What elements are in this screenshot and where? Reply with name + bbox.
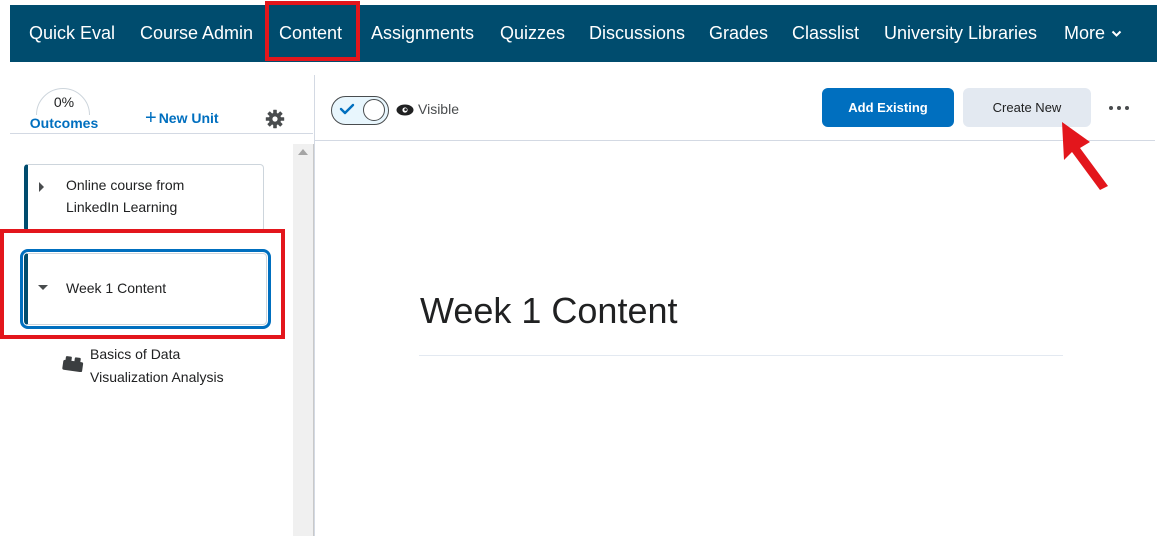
- toggle-knob: [363, 99, 385, 121]
- red-arrow-annotation-icon: [1062, 122, 1108, 190]
- visibility-toggle[interactable]: [331, 96, 389, 125]
- outcomes-percent: 0%: [53, 94, 75, 110]
- nav-item-assignments[interactable]: Assignments: [371, 5, 474, 62]
- scroll-up-arrow-icon[interactable]: [298, 149, 308, 155]
- visibility-label: Visible: [418, 101, 459, 117]
- nav-item-grades[interactable]: Grades: [709, 5, 768, 62]
- outcomes-link[interactable]: Outcomes: [28, 115, 100, 131]
- unit-title: Week 1 Content: [420, 290, 678, 331]
- checkmark-icon: [339, 103, 355, 115]
- nav-item-university-libraries[interactable]: University Libraries: [884, 5, 1037, 62]
- nav-item-discussions[interactable]: Discussions: [589, 5, 685, 62]
- caret-right-icon[interactable]: [39, 182, 44, 192]
- content-sidebar: 0% Outcomes + New Unit Online course fro…: [0, 62, 314, 536]
- eye-icon: [396, 104, 414, 116]
- sidebar-scrollbar[interactable]: [293, 144, 314, 536]
- sub-item-label-line1: Basics of Data: [90, 346, 181, 362]
- nav-item-more-label: More: [1064, 23, 1106, 43]
- outcomes-widget[interactable]: 0% Outcomes: [28, 88, 100, 134]
- unit-label-line1: Online course from: [66, 177, 185, 193]
- new-unit-label: New Unit: [158, 110, 219, 126]
- gear-icon[interactable]: [265, 109, 285, 129]
- lego-block-icon: [62, 356, 84, 372]
- title-divider: [419, 355, 1063, 356]
- nav-item-quizzes[interactable]: Quizzes: [500, 5, 565, 62]
- nav-item-classlist[interactable]: Classlist: [792, 5, 859, 62]
- unit-label-line2: LinkedIn Learning: [66, 199, 178, 215]
- more-options-icon[interactable]: [1108, 104, 1130, 112]
- nav-item-course-admin[interactable]: Course Admin: [140, 5, 253, 62]
- course-navbar: Quick Eval Course Admin Content Assignme…: [10, 5, 1157, 62]
- plus-icon: +: [145, 107, 157, 129]
- add-existing-button[interactable]: Add Existing: [822, 88, 954, 127]
- caret-down-icon[interactable]: [38, 285, 48, 290]
- sidebar-divider: [10, 133, 313, 134]
- unit-label: Week 1 Content: [66, 280, 167, 296]
- unit-online-course-linkedin[interactable]: Online course from LinkedIn Learning: [24, 164, 264, 232]
- nav-item-more[interactable]: More: [1064, 5, 1122, 62]
- new-unit-button[interactable]: + New Unit: [145, 107, 219, 129]
- nav-item-content[interactable]: Content: [279, 5, 342, 62]
- unit-week-1-content[interactable]: Week 1 Content: [24, 253, 267, 325]
- toolbar-divider: [315, 140, 1155, 141]
- sub-item-label-line2: Visualization Analysis: [90, 369, 224, 385]
- panel-separator: [314, 75, 315, 536]
- create-new-button[interactable]: Create New: [963, 88, 1091, 127]
- nav-item-quick-eval[interactable]: Quick Eval: [29, 5, 115, 62]
- chevron-down-icon: [1111, 31, 1122, 38]
- text-fade-overlay: [232, 366, 252, 389]
